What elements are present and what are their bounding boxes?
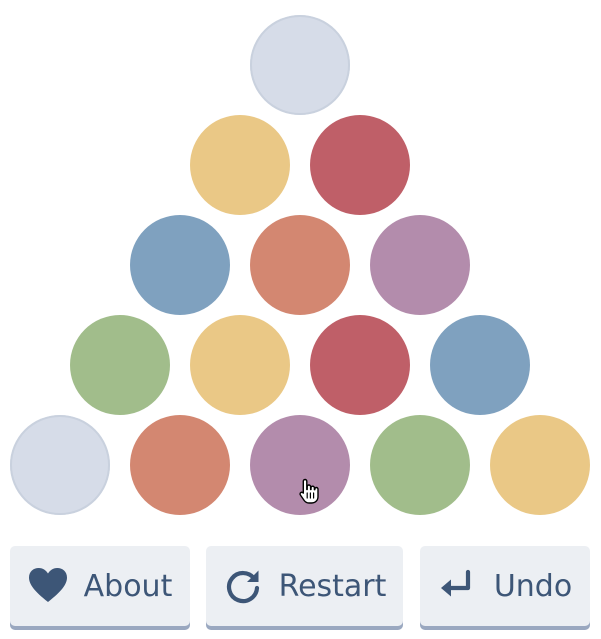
toolbar: About Restart Undo xyxy=(0,546,601,632)
restart-label: Restart xyxy=(278,568,387,604)
restart-button[interactable]: Restart xyxy=(206,546,403,626)
empty-hole[interactable] xyxy=(250,15,350,115)
about-button[interactable]: About xyxy=(10,546,190,626)
peg-blue[interactable] xyxy=(430,315,530,415)
peg-orange[interactable] xyxy=(250,215,350,315)
restart-icon xyxy=(226,570,259,604)
peg-yellow[interactable] xyxy=(190,315,290,415)
peg-yellow[interactable] xyxy=(490,415,590,515)
heart-icon xyxy=(28,568,67,602)
peg-yellow[interactable] xyxy=(190,115,290,215)
peg-green[interactable] xyxy=(70,315,170,415)
peg-red[interactable] xyxy=(310,315,410,415)
peg-orange[interactable] xyxy=(130,415,230,515)
undo-button[interactable]: Undo xyxy=(420,546,590,626)
undo-icon xyxy=(440,569,470,597)
peg-blue[interactable] xyxy=(130,215,230,315)
about-label: About xyxy=(83,568,173,604)
peg-purple[interactable] xyxy=(250,415,350,515)
peg-board xyxy=(0,0,601,530)
empty-hole[interactable] xyxy=(10,415,110,515)
peg-red[interactable] xyxy=(310,115,410,215)
undo-label: Undo xyxy=(493,568,573,604)
peg-green[interactable] xyxy=(370,415,470,515)
peg-purple[interactable] xyxy=(370,215,470,315)
